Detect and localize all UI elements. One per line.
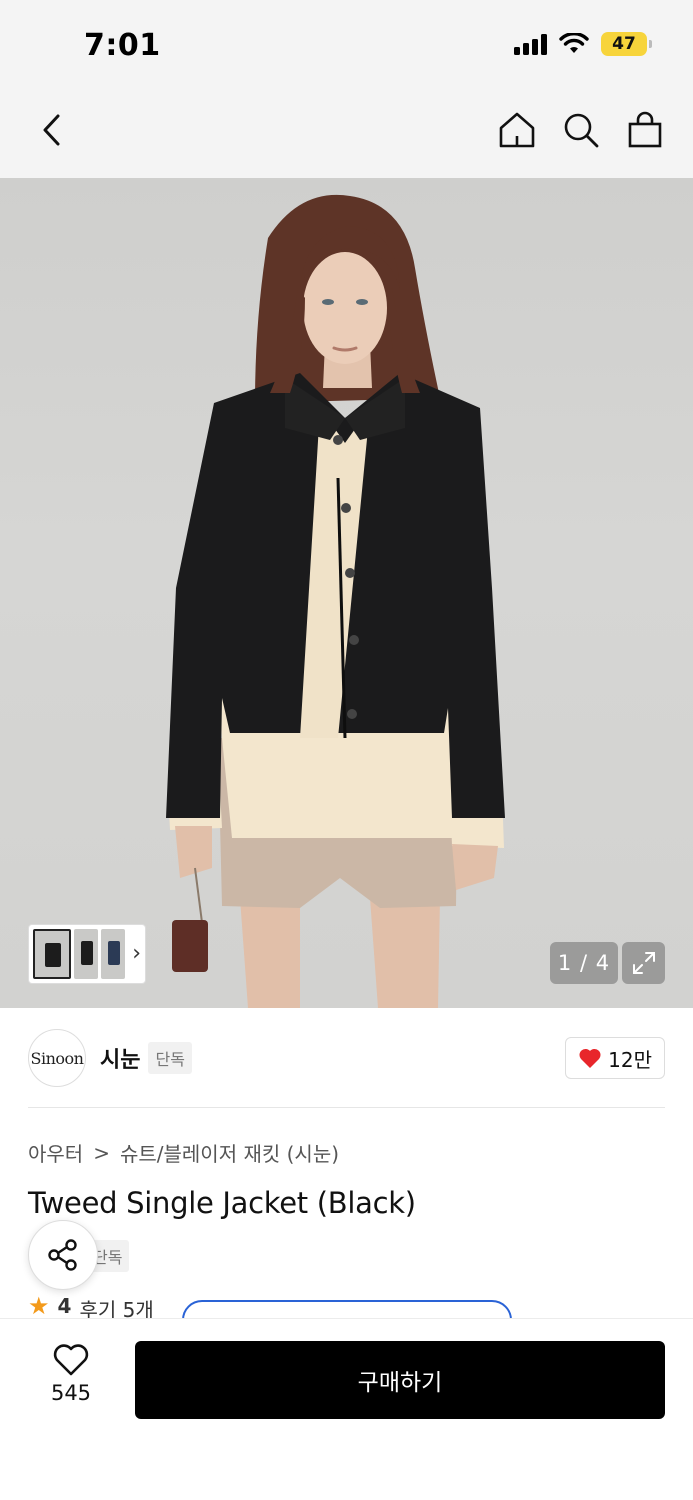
home-button[interactable] [495, 108, 539, 152]
chevron-left-icon [43, 114, 60, 146]
thumbnail-strip[interactable]: › [28, 924, 146, 984]
breadcrumb-item[interactable]: 아우터 [28, 1138, 83, 1167]
heart-filled-icon [579, 1048, 601, 1068]
cellular-signal-icon [514, 33, 547, 55]
search-icon [564, 113, 599, 148]
status-bar: 7:01 47 [0, 0, 693, 92]
back-button[interactable] [30, 108, 74, 152]
wifi-icon [559, 33, 589, 53]
image-page-counter: 1 / 4 [550, 942, 618, 984]
brand-name[interactable]: 시눈 [100, 1042, 140, 1074]
wishlist-button[interactable]: 545 [38, 1343, 104, 1405]
expand-image-button[interactable] [622, 942, 665, 984]
thumbnail-1[interactable] [33, 929, 71, 979]
product-title: Tweed Single Jacket (Black) [28, 1186, 416, 1220]
brand-logo[interactable]: Sinoon [28, 1029, 86, 1087]
search-button[interactable] [559, 108, 603, 152]
brand-like-count: 12만 [608, 1047, 652, 1072]
battery-icon: 47 [601, 32, 652, 56]
exclusive-badge: 단독 [148, 1042, 192, 1074]
home-icon [499, 112, 535, 148]
status-indicators: 47 [514, 32, 652, 56]
review-count[interactable]: 후기 5개 [79, 1294, 153, 1318]
breadcrumb-item[interactable]: 슈트/블레이저 재킷 (시눈) [120, 1138, 339, 1167]
thumbnail-2[interactable] [73, 929, 98, 979]
product-photo [166, 194, 505, 1008]
buy-button[interactable]: 구매하기 [135, 1341, 665, 1419]
breadcrumb-separator: > [93, 1140, 110, 1165]
share-icon [48, 1239, 77, 1271]
status-time: 7:01 [84, 28, 161, 63]
cart-button[interactable] [623, 108, 667, 152]
heart-outline-icon [53, 1344, 89, 1376]
thumbnail-3[interactable] [100, 929, 126, 979]
rating-row[interactable]: ★ 4 후기 5개 [28, 1294, 154, 1318]
star-icon: ★ [28, 1294, 50, 1318]
brand-row: Sinoon 시눈 단독 12만 [28, 1028, 665, 1088]
wishlist-count: 545 [50, 1381, 92, 1405]
shopping-bag-icon [628, 111, 662, 148]
product-image-gallery[interactable]: › 1 / 4 [0, 178, 693, 1008]
rating-value: 4 [57, 1294, 72, 1318]
breadcrumb: 아우터 > 슈트/블레이저 재킷 (시눈) [28, 1138, 339, 1167]
brand-like-button[interactable]: 12만 [565, 1037, 665, 1079]
share-button[interactable] [28, 1220, 98, 1290]
chevron-right-icon[interactable]: › [132, 943, 141, 965]
bottom-action-bar: 545 구매하기 [0, 1318, 693, 1500]
nav-bar [0, 92, 693, 178]
expand-icon [632, 952, 655, 974]
nav-actions [495, 108, 667, 152]
divider [28, 1107, 665, 1108]
